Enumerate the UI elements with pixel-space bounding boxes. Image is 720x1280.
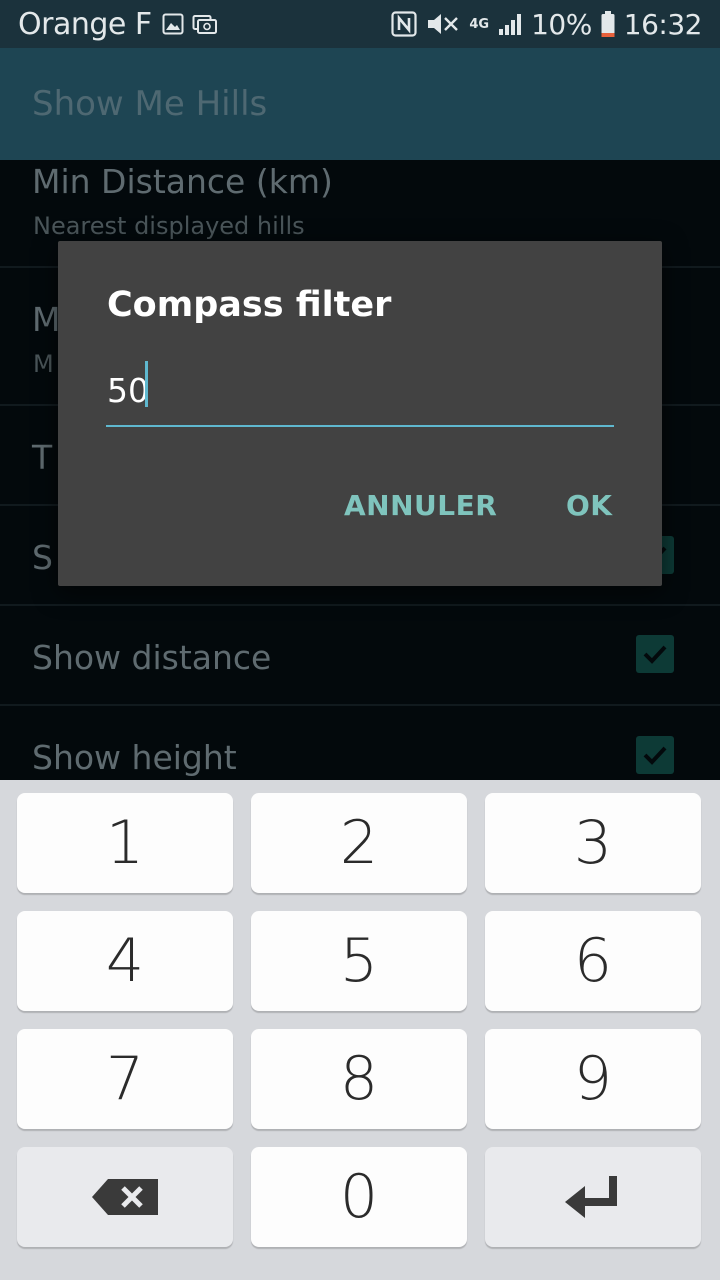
carrier-name: Orange F	[18, 6, 152, 42]
signal-icon	[497, 11, 523, 37]
checkbox[interactable]	[636, 635, 674, 673]
enter-key[interactable]	[485, 1147, 701, 1247]
pref-title: Min Distance (km)	[32, 162, 333, 201]
battery-icon	[600, 10, 616, 38]
network-type: 4G	[469, 16, 490, 32]
input-value: 50	[107, 371, 149, 410]
dialog-title: Compass filter	[107, 285, 392, 325]
backspace-key[interactable]	[17, 1147, 233, 1247]
key-6[interactable]: 6	[485, 911, 701, 1011]
pref-show-distance[interactable]: Show distance	[0, 606, 720, 706]
compass-filter-dialog: Compass filter 50 ANNULER OK	[58, 241, 662, 586]
key-5[interactable]: 5	[251, 911, 467, 1011]
pref-title: Show distance	[32, 638, 272, 677]
numeric-keyboard: 1 2 3 4 5 6 7 8 9 0	[0, 780, 720, 1280]
mute-icon	[425, 11, 461, 37]
key-2[interactable]: 2	[251, 793, 467, 893]
key-9[interactable]: 9	[485, 1029, 701, 1129]
clock: 16:32	[623, 7, 703, 41]
pref-summary: M	[33, 350, 54, 378]
cancel-button[interactable]: ANNULER	[344, 489, 497, 522]
pref-title: T	[32, 438, 53, 477]
compass-filter-input[interactable]: 50	[106, 357, 614, 427]
key-4[interactable]: 4	[17, 911, 233, 1011]
pref-title: S	[32, 538, 53, 577]
email-icon	[192, 13, 218, 35]
backspace-icon	[90, 1177, 160, 1217]
text-cursor	[145, 361, 148, 407]
app-title: Show Me Hills	[32, 84, 268, 124]
pref-summary: Nearest displayed hills	[33, 212, 305, 240]
app-bar: Show Me Hills	[0, 48, 720, 160]
key-7[interactable]: 7	[17, 1029, 233, 1129]
gallery-icon	[162, 13, 184, 35]
key-1[interactable]: 1	[17, 793, 233, 893]
key-3[interactable]: 3	[485, 793, 701, 893]
pref-title: M	[32, 300, 61, 339]
enter-icon	[563, 1172, 623, 1222]
key-0[interactable]: 0	[251, 1147, 467, 1247]
status-bar: Orange F 4G 10% 16:32	[0, 0, 720, 48]
nfc-icon	[391, 11, 417, 37]
key-8[interactable]: 8	[251, 1029, 467, 1129]
pref-title: Show height	[32, 738, 237, 777]
ok-button[interactable]: OK	[566, 489, 613, 522]
battery-percent: 10%	[531, 7, 592, 41]
checkbox[interactable]	[636, 736, 674, 774]
